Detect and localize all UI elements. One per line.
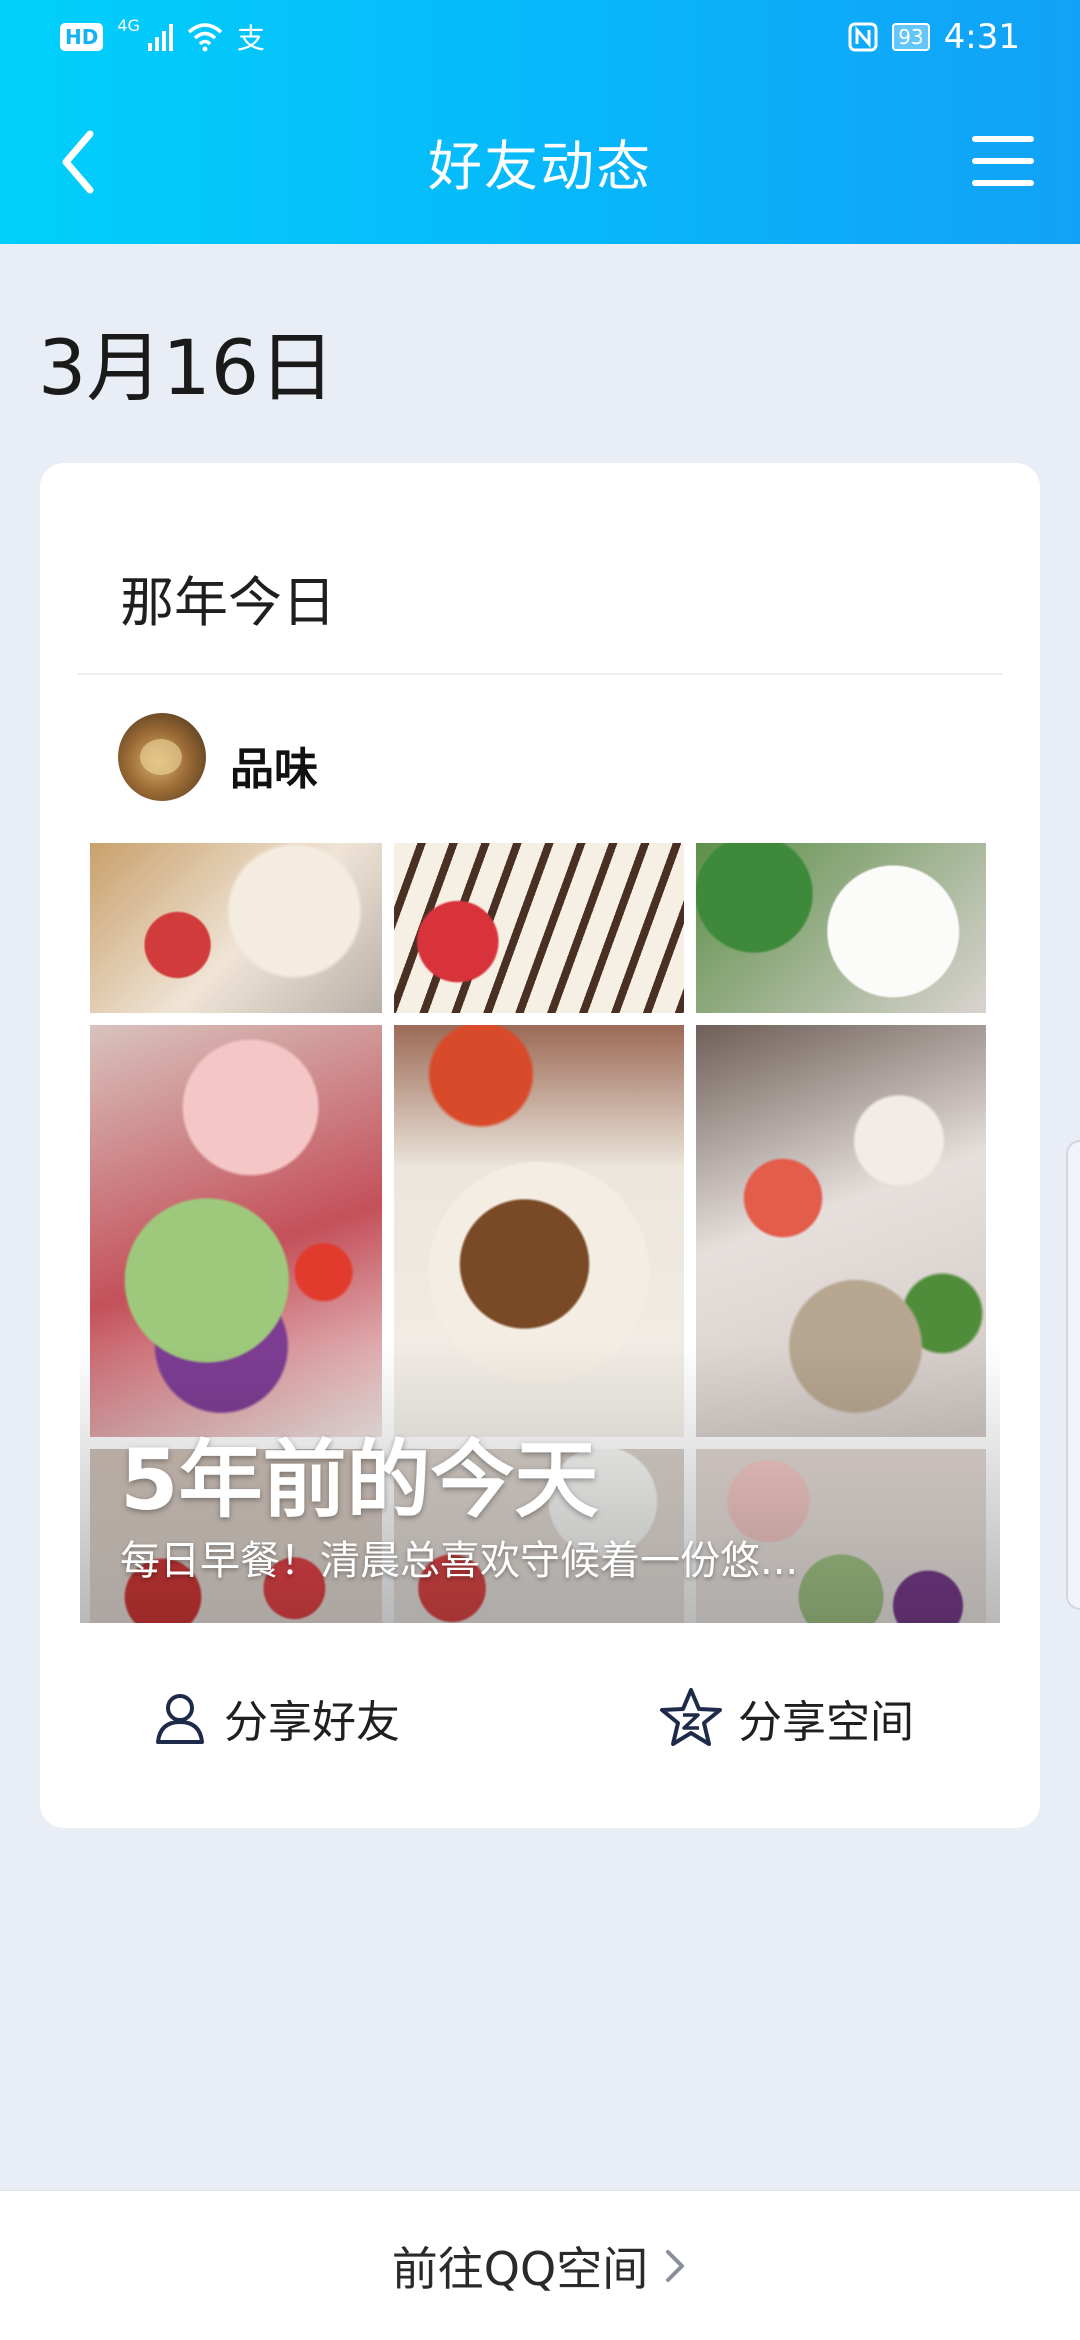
collage-description: 每日早餐！清晨总喜欢守候着一份悠...: [120, 1538, 799, 1584]
card-title: 那年今日: [120, 571, 336, 634]
goto-qzone-label: 前往QQ空间: [391, 2241, 649, 2296]
divider: [78, 673, 1002, 675]
avatar[interactable]: [118, 713, 206, 801]
network-type: 4G: [117, 15, 140, 35]
star-z-icon: [660, 1688, 722, 1746]
alipay-icon: 支: [236, 22, 265, 55]
scroll-handle[interactable]: [1066, 1140, 1080, 1610]
user-name[interactable]: 品味: [230, 733, 318, 797]
photo-collage[interactable]: 5年前的今天 每日早餐！清晨总喜欢守候着一份悠...: [80, 843, 1000, 1623]
person-icon: [156, 1694, 204, 1744]
goto-qzone-link[interactable]: 前往QQ空间: [392, 2233, 688, 2299]
photo-thumbnail[interactable]: [696, 843, 986, 1013]
hd-badge: HD: [60, 23, 104, 51]
hamburger-menu-icon[interactable]: [968, 126, 1038, 196]
share-to-friends-button[interactable]: 分享好友: [150, 1678, 400, 1758]
battery-level: 93: [898, 25, 924, 49]
page-title: 好友动态: [428, 134, 652, 198]
status-left: HD 4G 支: [60, 15, 265, 57]
share-to-friends-label: 分享好友: [224, 1697, 400, 1748]
share-to-space-label: 分享空间: [738, 1697, 914, 1748]
footer-bar: 前往QQ空间: [0, 2190, 1080, 2340]
nav-bar: 好友动态: [0, 96, 1080, 226]
share-to-space-button[interactable]: 分享空间: [658, 1678, 914, 1758]
photo-thumbnail[interactable]: [90, 843, 382, 1013]
nfc-icon: [848, 22, 878, 52]
memory-card: 那年今日 品味 5年前的今天 每日早餐！清晨总喜欢守候着一份悠... 分享好友 …: [40, 463, 1040, 1828]
photo-thumbnail[interactable]: [394, 843, 684, 1013]
signal-icon: [147, 23, 173, 51]
date-heading: 3月16日: [38, 323, 336, 412]
app-header: HD 4G 支 93 4:31 好友动态: [0, 0, 1080, 244]
chevron-left-icon[interactable]: [50, 124, 110, 200]
wifi-icon: [187, 23, 223, 52]
battery-icon: 93: [892, 23, 930, 51]
chevron-right-icon: [666, 2249, 685, 2282]
collage-title: 5年前的今天: [120, 1431, 599, 1529]
clock: 4:31: [943, 17, 1020, 57]
status-right: 93 4:31: [848, 17, 1020, 57]
status-bar: HD 4G 支 93 4:31: [0, 0, 1080, 74]
